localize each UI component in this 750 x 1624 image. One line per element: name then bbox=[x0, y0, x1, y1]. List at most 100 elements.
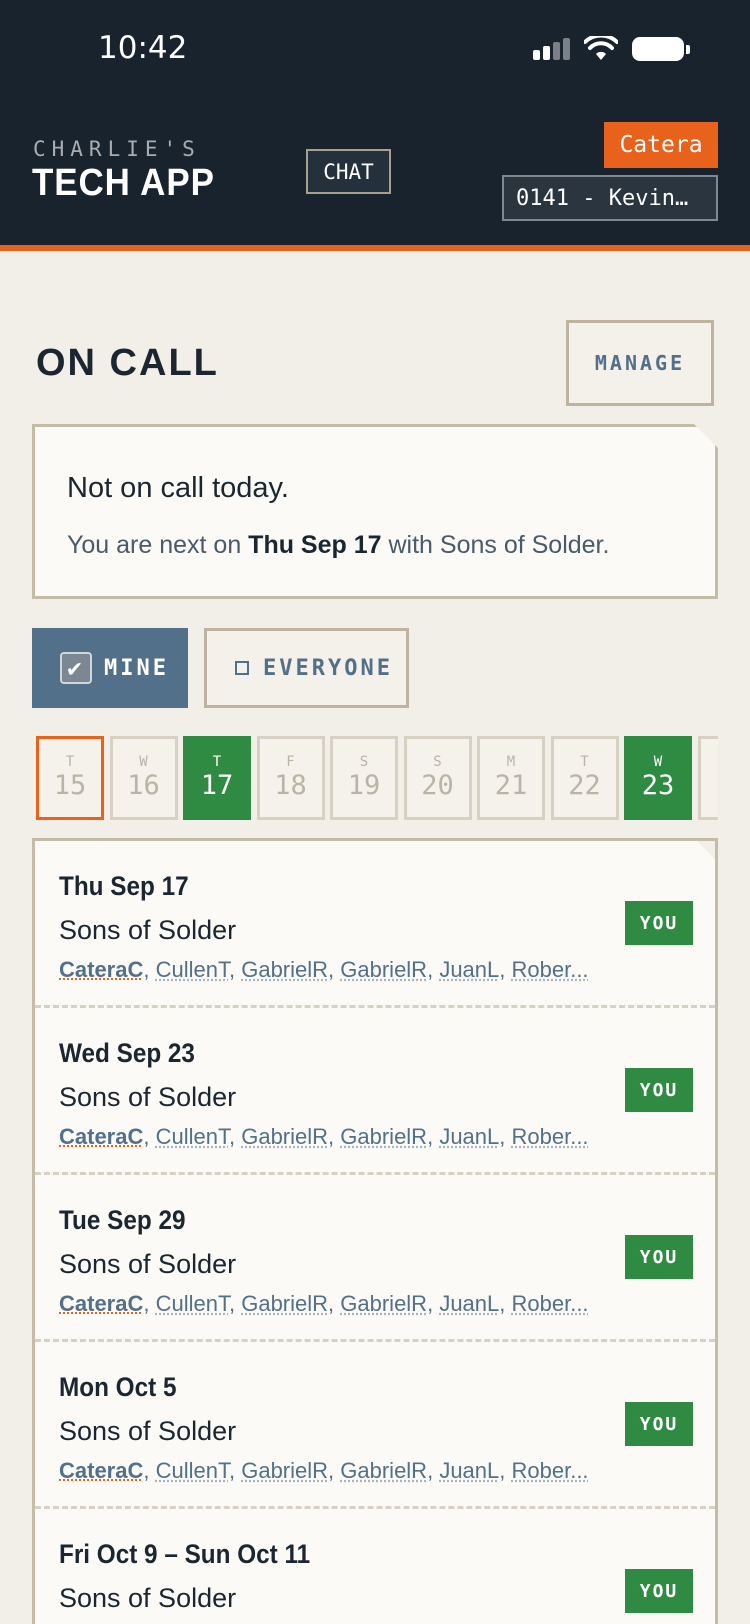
member-link[interactable]: CateraC bbox=[59, 1458, 143, 1483]
member-link[interactable]: JuanL bbox=[439, 1458, 499, 1483]
store-selector[interactable]: 0141 - Kevin… bbox=[502, 175, 718, 221]
you-badge: YOU bbox=[625, 1068, 693, 1112]
schedule-entry[interactable]: Fri Oct 9 – Sun Oct 11 Sons of Solder YOU bbox=[35, 1509, 715, 1624]
user-badge[interactable]: Catera bbox=[604, 122, 718, 168]
calendar-day[interactable]: W 16 bbox=[109, 736, 178, 820]
calendar-day-number: 16 bbox=[127, 770, 160, 801]
calendar-day-number: 15 bbox=[53, 770, 87, 801]
calendar-day-number: 18 bbox=[274, 770, 307, 801]
member-link[interactable]: GabrielR bbox=[241, 1291, 328, 1316]
member-separator: , bbox=[328, 1458, 341, 1483]
schedule-team: Sons of Solder bbox=[59, 1583, 237, 1613]
schedule-entry[interactable]: Wed Sep 23 Sons of Solder CateraC, CullenT… bbox=[35, 1008, 715, 1175]
schedule-entry[interactable]: Thu Sep 17 Sons of Solder CateraC, CullenT… bbox=[35, 841, 715, 1008]
calendar-day-number: 22 bbox=[568, 770, 601, 801]
calendar-day-number: 23 bbox=[641, 770, 675, 801]
you-badge: YOU bbox=[625, 1235, 693, 1279]
filter-mine-label: MINE bbox=[104, 655, 169, 681]
checkbox-checked-icon: ✔ bbox=[60, 652, 92, 684]
calendar-day-of-week: T bbox=[65, 754, 75, 770]
member-link[interactable]: JuanL bbox=[439, 957, 499, 982]
schedule-team: Sons of Solder bbox=[59, 1082, 237, 1112]
member-separator: , bbox=[499, 957, 512, 982]
on-call-schedule-list: Thu Sep 17 Sons of Solder CateraC, CullenT… bbox=[32, 838, 718, 1624]
on-call-status: Not on call today. bbox=[67, 472, 289, 504]
schedule-date: Thu Sep 17 bbox=[59, 871, 189, 901]
chat-button[interactable]: CHAT bbox=[306, 149, 391, 194]
member-link[interactable]: GabrielR bbox=[340, 1458, 427, 1483]
member-link[interactable]: GabrielR bbox=[340, 1291, 427, 1316]
calendar-day-of-week: T bbox=[212, 754, 222, 770]
filter-mine-button[interactable]: ✔ MINE bbox=[32, 628, 188, 708]
calendar-day[interactable]: F 18 bbox=[256, 736, 325, 820]
member-separator: , bbox=[427, 1458, 440, 1483]
member-separator: , bbox=[143, 1124, 156, 1149]
calendar-day[interactable]: S 20 bbox=[403, 736, 472, 820]
calendar-day-number: 17 bbox=[200, 770, 234, 801]
you-badge: YOU bbox=[625, 1569, 693, 1613]
next-on-call-suffix: with Sons of Solder. bbox=[381, 531, 610, 559]
member-link[interactable]: JuanL bbox=[439, 1124, 499, 1149]
member-separator: , bbox=[499, 1124, 512, 1149]
member-link[interactable]: Rober... bbox=[512, 1458, 589, 1483]
calendar-day-of-week: M bbox=[506, 754, 516, 770]
filter-everyone-button[interactable]: EVERYONE bbox=[204, 628, 409, 708]
calendar-day-of-week: F bbox=[286, 754, 295, 770]
member-link[interactable]: CullenT bbox=[156, 1458, 229, 1483]
calendar-day-of-week: W bbox=[653, 754, 663, 770]
member-link[interactable]: JuanL bbox=[439, 1291, 499, 1316]
member-separator: , bbox=[143, 957, 156, 982]
member-link[interactable]: CullenT bbox=[156, 957, 229, 982]
member-link[interactable]: Rober... bbox=[512, 1291, 589, 1316]
calendar-day[interactable]: T 15 bbox=[36, 736, 104, 820]
member-link[interactable]: GabrielR bbox=[340, 957, 427, 982]
battery-icon bbox=[632, 37, 690, 61]
next-on-call-text: You are next on Thu Sep 17 with Sons of … bbox=[67, 531, 609, 560]
member-link[interactable]: Rober... bbox=[512, 1124, 589, 1149]
member-link[interactable]: CullenT bbox=[156, 1291, 229, 1316]
member-link[interactable]: CullenT bbox=[156, 1124, 229, 1149]
schedule-entry[interactable]: Mon Oct 5 Sons of Solder CateraC, CullenT,… bbox=[35, 1342, 715, 1509]
schedule-members: CateraC, CullenT, GabrielR, GabrielR, Ju… bbox=[59, 1291, 639, 1317]
schedule-date: Tue Sep 29 bbox=[59, 1205, 186, 1235]
member-separator: , bbox=[328, 1291, 341, 1316]
calendar-day-strip[interactable]: T 15 W 16 T 17 F 18 S 19 S 20 M 21 T 22 W 23 bbox=[36, 736, 718, 820]
calendar-day[interactable]: T 17 bbox=[183, 736, 251, 820]
schedule-members: CateraC, CullenT, GabrielR, GabrielR, Ju… bbox=[59, 1458, 639, 1484]
app-header: 10:42 CHARLIE'S TECH APP CHAT Catera 014… bbox=[0, 0, 750, 245]
member-separator: , bbox=[228, 1124, 242, 1149]
brand-title[interactable]: TECH APP bbox=[32, 162, 215, 205]
member-separator: , bbox=[143, 1458, 156, 1483]
member-separator: , bbox=[228, 957, 242, 982]
member-link[interactable]: CateraC bbox=[59, 1291, 143, 1316]
member-separator: , bbox=[228, 1291, 242, 1316]
member-separator: , bbox=[328, 1124, 341, 1149]
member-link[interactable]: CateraC bbox=[59, 1124, 143, 1149]
member-link[interactable]: GabrielR bbox=[241, 957, 328, 982]
member-link[interactable]: GabrielR bbox=[340, 1124, 427, 1149]
schedule-members: CateraC, CullenT, GabrielR, GabrielR, Ju… bbox=[59, 1124, 639, 1150]
member-separator: , bbox=[143, 1291, 156, 1316]
manage-button[interactable]: MANAGE bbox=[566, 320, 714, 406]
calendar-day[interactable]: W 23 bbox=[624, 736, 692, 820]
calendar-day[interactable]: S 19 bbox=[330, 736, 398, 820]
next-on-call-prefix: You are next on bbox=[67, 531, 249, 559]
calendar-day-of-week: S bbox=[433, 754, 442, 770]
schedule-date: Wed Sep 23 bbox=[59, 1038, 195, 1068]
calendar-day[interactable]: T 22 bbox=[550, 736, 619, 820]
wifi-icon bbox=[584, 36, 618, 60]
member-link[interactable]: GabrielR bbox=[241, 1458, 328, 1483]
calendar-day[interactable]: M 21 bbox=[477, 736, 545, 820]
member-link[interactable]: CateraC bbox=[59, 957, 143, 982]
calendar-day-of-week: T bbox=[580, 754, 589, 770]
member-link[interactable]: GabrielR bbox=[241, 1124, 328, 1149]
status-icons bbox=[533, 36, 690, 62]
schedule-entry[interactable]: Tue Sep 29 Sons of Solder CateraC, CullenT… bbox=[35, 1175, 715, 1342]
filter-everyone-label: EVERYONE bbox=[263, 655, 393, 681]
you-badge: YOU bbox=[625, 1402, 693, 1446]
member-separator: , bbox=[499, 1458, 512, 1483]
you-badge: YOU bbox=[625, 901, 693, 945]
member-link[interactable]: Rober... bbox=[512, 957, 589, 982]
calendar-day-number: 20 bbox=[421, 770, 454, 801]
calendar-day[interactable] bbox=[697, 736, 718, 820]
